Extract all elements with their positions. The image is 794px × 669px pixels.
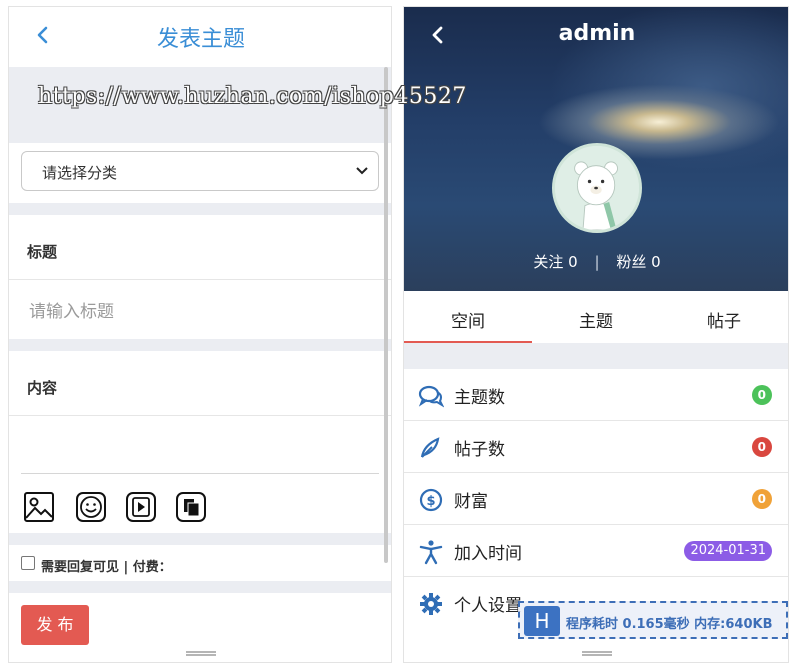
wealth-count-badge: 0 <box>751 489 772 509</box>
publish-button[interactable]: 发 布 <box>21 605 89 645</box>
drag-handle-icon[interactable] <box>582 651 612 656</box>
left-header: 发表主题 <box>9 7 391 67</box>
tab-topics[interactable]: 主题 <box>532 307 660 332</box>
content-textarea[interactable] <box>9 415 391 475</box>
coin-icon: $ <box>419 488 443 512</box>
title-input[interactable]: 请输入标题 <box>29 297 114 322</box>
join-date-badge: 2024-01-31 <box>684 541 772 561</box>
svg-text:$: $ <box>426 494 435 509</box>
chat-bubbles-icon <box>418 385 444 408</box>
list-item-topics[interactable]: 主题数 0 <box>404 369 788 421</box>
tab-posts[interactable]: 帖子 <box>660 307 788 332</box>
section-divider <box>9 581 391 593</box>
image-icon[interactable] <box>23 491 55 523</box>
person-icon <box>419 540 443 565</box>
scrollbar[interactable] <box>384 67 388 563</box>
divider <box>21 473 379 474</box>
avatar[interactable] <box>552 143 642 233</box>
content-label: 内容 <box>27 379 58 397</box>
section-divider <box>404 343 788 369</box>
divider <box>9 279 391 280</box>
category-select-value: 请选择分类 <box>42 164 118 182</box>
list-item-label: 财富 <box>454 492 488 512</box>
list-item-posts[interactable]: 帖子数 0 <box>404 421 788 473</box>
fans-count[interactable]: 粉丝 0 <box>616 253 660 271</box>
follow-stats: 关注 0 | 粉丝 0 <box>404 251 788 272</box>
topics-count-badge: 0 <box>751 385 772 405</box>
reply-visible-label: 需要回复可见 | 付费： <box>41 560 172 575</box>
posts-count-badge: 0 <box>751 437 772 457</box>
video-icon[interactable] <box>125 491 157 523</box>
category-select[interactable]: 请选择分类 <box>21 151 379 191</box>
list-item-label: 主题数 <box>454 388 505 408</box>
gear-icon <box>420 593 442 615</box>
section-divider <box>9 339 391 351</box>
feather-pen-icon <box>420 437 440 458</box>
stats-text: 程序耗时 0.165毫秒 内存:640KB <box>566 617 773 632</box>
bear-avatar-icon <box>555 146 639 230</box>
stats-logo: H <box>524 606 560 636</box>
emoji-icon[interactable] <box>75 491 107 523</box>
list-item-join-date[interactable]: 加入时间 2024-01-31 <box>404 525 788 577</box>
profile-hero-background: admin 关注 0 | 粉丝 0 <box>404 7 788 291</box>
profile-username: admin <box>558 21 636 46</box>
stats-separator: | <box>594 253 600 271</box>
page-title: 发表主题 <box>156 27 245 52</box>
list-item-wealth[interactable]: $ 财富 0 <box>404 473 788 525</box>
watermark: https://www.huzhan.com/ishop45527 <box>38 84 467 109</box>
section-divider <box>9 533 391 545</box>
drag-handle-icon[interactable] <box>186 651 216 656</box>
list-item-label: 加入时间 <box>454 544 522 564</box>
list-item-label: 个人设置 <box>454 596 522 616</box>
profile-tabs: 空间 主题 帖子 <box>404 291 788 343</box>
file-icon[interactable] <box>175 491 207 523</box>
title-label: 标题 <box>27 243 58 261</box>
performance-stats-overlay: H 程序耗时 0.165毫秒 内存:640KB <box>518 601 788 639</box>
section-divider <box>9 203 391 215</box>
following-count[interactable]: 关注 0 <box>533 253 577 271</box>
list-item-label: 帖子数 <box>454 440 505 460</box>
chevron-down-icon <box>356 167 368 175</box>
tab-space[interactable]: 空间 <box>404 307 532 332</box>
reply-visible-checkbox[interactable] <box>21 556 35 570</box>
